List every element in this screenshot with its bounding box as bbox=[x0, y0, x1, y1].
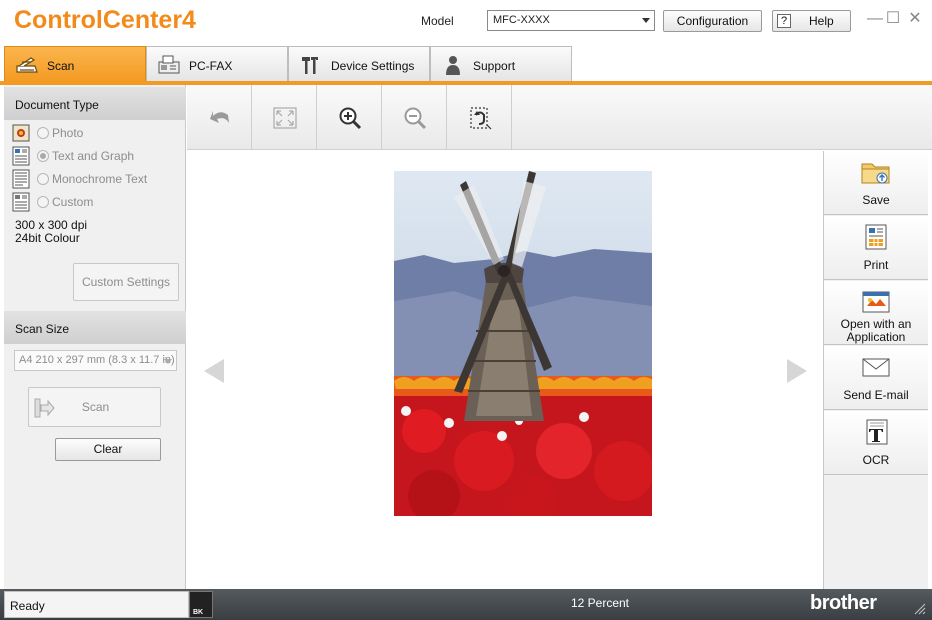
radio-custom-button[interactable] bbox=[37, 196, 49, 208]
save-label: Save bbox=[862, 193, 890, 207]
custom-settings-button[interactable]: Custom Settings bbox=[73, 263, 179, 301]
scanned-image bbox=[394, 171, 652, 516]
send-email-label: Send E-mail bbox=[843, 388, 909, 402]
fit-to-window-button[interactable] bbox=[252, 85, 317, 150]
undo-icon bbox=[210, 111, 229, 123]
tab-device-settings-label: Device Settings bbox=[331, 59, 415, 73]
tab-support-label: Support bbox=[473, 59, 516, 73]
model-select[interactable]: MFC-XXXX bbox=[487, 10, 655, 31]
ink-label: BK bbox=[193, 609, 204, 616]
print-icon bbox=[865, 224, 887, 250]
radio-text-and-graph-label: Text and Graph bbox=[52, 149, 135, 163]
action-panel: Save Print Open with an Application Send… bbox=[823, 151, 928, 589]
envelope-icon bbox=[862, 358, 890, 377]
send-email-button[interactable]: Send E-mail bbox=[824, 346, 928, 410]
scan-size-heading: Scan Size bbox=[4, 311, 186, 344]
chevron-down-icon bbox=[164, 359, 172, 364]
radio-text-and-graph[interactable]: Text and Graph bbox=[12, 146, 182, 166]
tab-scan[interactable]: Scan bbox=[4, 46, 146, 82]
help-button[interactable]: ? Help bbox=[772, 10, 851, 32]
brand-logo: brother bbox=[810, 592, 877, 614]
person-icon bbox=[446, 56, 460, 75]
ocr-icon bbox=[866, 419, 888, 445]
print-label: Print bbox=[863, 258, 889, 272]
fax-icon bbox=[158, 55, 180, 74]
configuration-button[interactable]: Configuration bbox=[663, 10, 762, 32]
open-with-application-button[interactable]: Open with an Application bbox=[824, 281, 928, 345]
fit-to-window-icon bbox=[273, 107, 297, 129]
title-bar: ControlCenter4 Model MFC-XXXX Configurat… bbox=[0, 0, 932, 44]
minimize-icon[interactable]: — bbox=[866, 10, 884, 28]
undo-button[interactable] bbox=[187, 85, 252, 150]
model-label: Model bbox=[421, 14, 454, 28]
tools-icon bbox=[302, 57, 318, 74]
radio-monochrome-text[interactable]: Monochrome Text bbox=[12, 169, 182, 189]
scan-size-value: A4 210 x 297 mm (8.3 x 11.7 in) bbox=[19, 354, 175, 366]
tab-device-settings[interactable]: Device Settings bbox=[288, 46, 430, 82]
status-text: Ready bbox=[10, 599, 45, 613]
zoom-in-button[interactable] bbox=[317, 85, 382, 150]
resize-grip-icon[interactable] bbox=[912, 601, 926, 615]
radio-photo-button[interactable] bbox=[37, 127, 49, 139]
help-label: Help bbox=[809, 14, 834, 28]
windmill-image bbox=[394, 171, 652, 516]
folder-icon bbox=[861, 163, 890, 184]
rotate-icon bbox=[470, 107, 492, 130]
print-button[interactable]: Print bbox=[824, 216, 928, 280]
preview-area bbox=[187, 151, 823, 589]
tab-pc-fax[interactable]: PC-FAX bbox=[146, 46, 288, 82]
radio-photo[interactable]: Photo bbox=[12, 123, 182, 143]
tab-bar: Scan PC-FAX Device Settings Support bbox=[0, 46, 932, 84]
app-title: ControlCenter4 bbox=[14, 6, 196, 34]
left-panel: Document Type Photo Text and Graph Monoc… bbox=[4, 85, 186, 589]
radio-text-and-graph-button[interactable] bbox=[37, 150, 49, 162]
scan-button-label: Scan bbox=[81, 400, 110, 414]
maximize-icon[interactable]: ☐ bbox=[884, 10, 902, 28]
radio-monochrome-text-button[interactable] bbox=[37, 173, 49, 185]
radio-custom-label: Custom bbox=[52, 195, 94, 209]
radio-monochrome-text-label: Monochrome Text bbox=[52, 172, 148, 186]
ink-cartridge-icon: BK bbox=[189, 591, 213, 618]
radio-custom[interactable]: Custom bbox=[12, 192, 182, 212]
status-field: Ready bbox=[4, 591, 189, 618]
custom-doc-icon bbox=[12, 192, 30, 212]
ocr-label: OCR bbox=[862, 453, 890, 467]
tab-support[interactable]: Support bbox=[430, 46, 572, 82]
clear-button[interactable]: Clear bbox=[55, 438, 161, 461]
status-bar: Ready BK 12 Percent brother bbox=[0, 589, 932, 620]
zoom-out-button[interactable] bbox=[382, 85, 447, 150]
previous-page-arrow-icon[interactable] bbox=[204, 359, 224, 383]
next-page-arrow-icon[interactable] bbox=[787, 359, 807, 383]
monochrome-doc-icon bbox=[12, 169, 30, 189]
chevron-down-icon bbox=[642, 18, 650, 23]
tab-pc-fax-label: PC-FAX bbox=[189, 59, 233, 73]
close-icon[interactable]: ✕ bbox=[906, 10, 924, 28]
save-button[interactable]: Save bbox=[824, 151, 928, 215]
preview-toolbar bbox=[187, 85, 932, 150]
color-mode-text: 24bit Colour bbox=[15, 231, 80, 245]
radio-photo-label: Photo bbox=[52, 126, 84, 140]
scanner-icon bbox=[16, 57, 38, 73]
text-graph-doc-icon bbox=[12, 146, 30, 166]
scan-button[interactable]: Scan bbox=[28, 387, 161, 427]
photo-doc-icon bbox=[12, 124, 30, 142]
zoom-in-icon bbox=[339, 107, 362, 130]
scan-size-select[interactable]: A4 210 x 297 mm (8.3 x 11.7 in) bbox=[14, 350, 177, 371]
application-icon bbox=[862, 291, 890, 313]
rotate-button[interactable] bbox=[447, 85, 512, 150]
zoom-out-icon bbox=[404, 107, 427, 130]
tab-scan-label: Scan bbox=[47, 59, 75, 73]
open-with-application-label: Open with an Application bbox=[840, 317, 912, 344]
question-icon: ? bbox=[777, 14, 791, 28]
document-type-heading: Document Type bbox=[4, 87, 186, 120]
model-select-value: MFC-XXXX bbox=[493, 14, 550, 26]
ocr-button[interactable]: OCR bbox=[824, 411, 928, 475]
zoom-level: 12 Percent bbox=[570, 596, 630, 610]
resolution-text: 300 x 300 dpi bbox=[15, 218, 88, 232]
